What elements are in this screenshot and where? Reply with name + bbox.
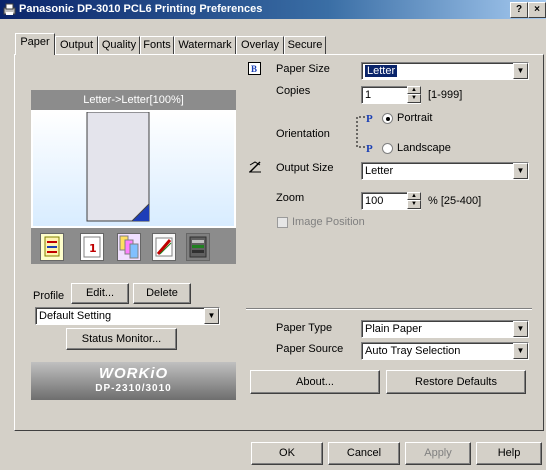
paper-source-label: Paper Source	[276, 343, 344, 355]
svg-text:B: B	[251, 64, 257, 74]
paper-type-select[interactable]: Plain Paper ▼	[361, 320, 529, 338]
chevron-down-icon[interactable]: ▼	[513, 63, 528, 79]
paper-source-value: Auto Tray Selection	[365, 345, 461, 357]
color-icon[interactable]	[186, 233, 210, 261]
paper-size-icon: B	[248, 62, 261, 75]
quick-settings-strip: 1	[31, 228, 236, 264]
arrow-up-icon[interactable]: ▲	[407, 86, 421, 94]
chevron-down-icon[interactable]: ▼	[513, 343, 528, 359]
image-position-label: Image Position	[292, 216, 365, 228]
about-button[interactable]: About...	[250, 370, 380, 394]
svg-text:1: 1	[89, 242, 97, 255]
help-button[interactable]: ?	[510, 2, 528, 18]
help-footer-button[interactable]: Help	[476, 442, 542, 465]
zoom-value: 100	[365, 195, 384, 207]
brand-logo: WORKiO DP-2310/3010	[31, 362, 236, 400]
zoom-stepper[interactable]: ▲ ▼	[407, 192, 421, 209]
stamp-icon[interactable]	[152, 233, 176, 261]
paper-size-value: Letter	[365, 65, 398, 77]
paper-source-select[interactable]: Auto Tray Selection ▼	[361, 342, 529, 360]
copies-range: [1-999]	[428, 89, 463, 101]
profile-select-value: Default Setting	[39, 310, 112, 322]
arrow-up-icon[interactable]: ▲	[407, 192, 421, 200]
output-size-value: Letter	[365, 165, 394, 177]
zoom-range: % [25-400]	[428, 195, 482, 207]
paper-type-value: Plain Paper	[365, 323, 422, 335]
ok-button[interactable]: OK	[251, 442, 323, 465]
copies-label: Copies	[276, 85, 311, 97]
preview-header: Letter->Letter[100%]	[31, 90, 236, 110]
arrow-down-icon[interactable]: ▼	[407, 200, 421, 209]
tab-quality[interactable]: Quality	[98, 36, 140, 54]
chevron-down-icon[interactable]: ▼	[513, 321, 528, 337]
model-name: DP-2310/3010	[95, 383, 172, 394]
tab-secure[interactable]: Secure	[284, 36, 326, 54]
brand-name: WORKiO	[98, 365, 169, 382]
orientation-bracket	[354, 112, 366, 152]
landscape-icon: P	[366, 143, 373, 155]
paper-type-label: Paper Type	[276, 322, 333, 334]
apply-button[interactable]: Apply	[405, 442, 471, 465]
profile-select[interactable]: Default Setting ▼	[35, 307, 220, 325]
tab-output[interactable]: Output	[55, 36, 98, 54]
window-title: Panasonic DP-3010 PCL6 Printing Preferen…	[19, 3, 263, 15]
tab-watermark[interactable]: Watermark	[174, 36, 236, 54]
copies-value: 1	[365, 89, 372, 101]
status-monitor-button[interactable]: Status Monitor...	[66, 328, 177, 350]
portrait-icon: P	[366, 113, 373, 125]
page-preview-graphic	[86, 111, 150, 222]
landscape-label: Landscape	[397, 142, 451, 154]
collate-icon[interactable]	[117, 233, 141, 261]
output-size-icon	[248, 160, 262, 174]
title-bar[interactable]: Panasonic DP-3010 PCL6 Printing Preferen…	[0, 0, 546, 19]
restore-defaults-button[interactable]: Restore Defaults	[386, 370, 526, 394]
output-size-label: Output Size	[276, 162, 334, 174]
delete-profile-button[interactable]: Delete	[133, 283, 191, 304]
landscape-radio[interactable]	[382, 143, 393, 154]
cancel-button[interactable]: Cancel	[328, 442, 400, 465]
paper-size-label: Paper Size	[276, 63, 330, 75]
chevron-down-icon[interactable]: ▼	[513, 163, 528, 179]
orientation-label: Orientation	[276, 128, 330, 140]
zoom-label: Zoom	[276, 192, 305, 204]
output-size-select[interactable]: Letter ▼	[361, 162, 529, 180]
profile-label: Profile	[33, 290, 65, 302]
tab-fonts[interactable]: Fonts	[140, 36, 174, 54]
portrait-label: Portrait	[397, 112, 433, 124]
page-preview-inner	[33, 111, 234, 226]
output-settings-icon[interactable]	[40, 233, 64, 261]
copies-stepper[interactable]: ▲ ▼	[407, 86, 421, 103]
copies-icon[interactable]: 1	[80, 233, 104, 261]
tab-overlay[interactable]: Overlay	[236, 36, 284, 54]
paper-size-select[interactable]: Letter ▼	[361, 62, 529, 80]
portrait-radio[interactable]	[382, 113, 393, 124]
arrow-down-icon[interactable]: ▼	[407, 94, 421, 103]
chevron-down-icon[interactable]: ▼	[204, 308, 219, 324]
tab-paper[interactable]: Paper	[15, 33, 55, 55]
image-position-checkbox[interactable]	[277, 217, 288, 228]
edit-profile-button[interactable]: Edit...	[71, 283, 129, 304]
close-button[interactable]: ×	[528, 2, 546, 18]
printer-icon	[3, 3, 16, 16]
section-divider	[246, 308, 532, 310]
